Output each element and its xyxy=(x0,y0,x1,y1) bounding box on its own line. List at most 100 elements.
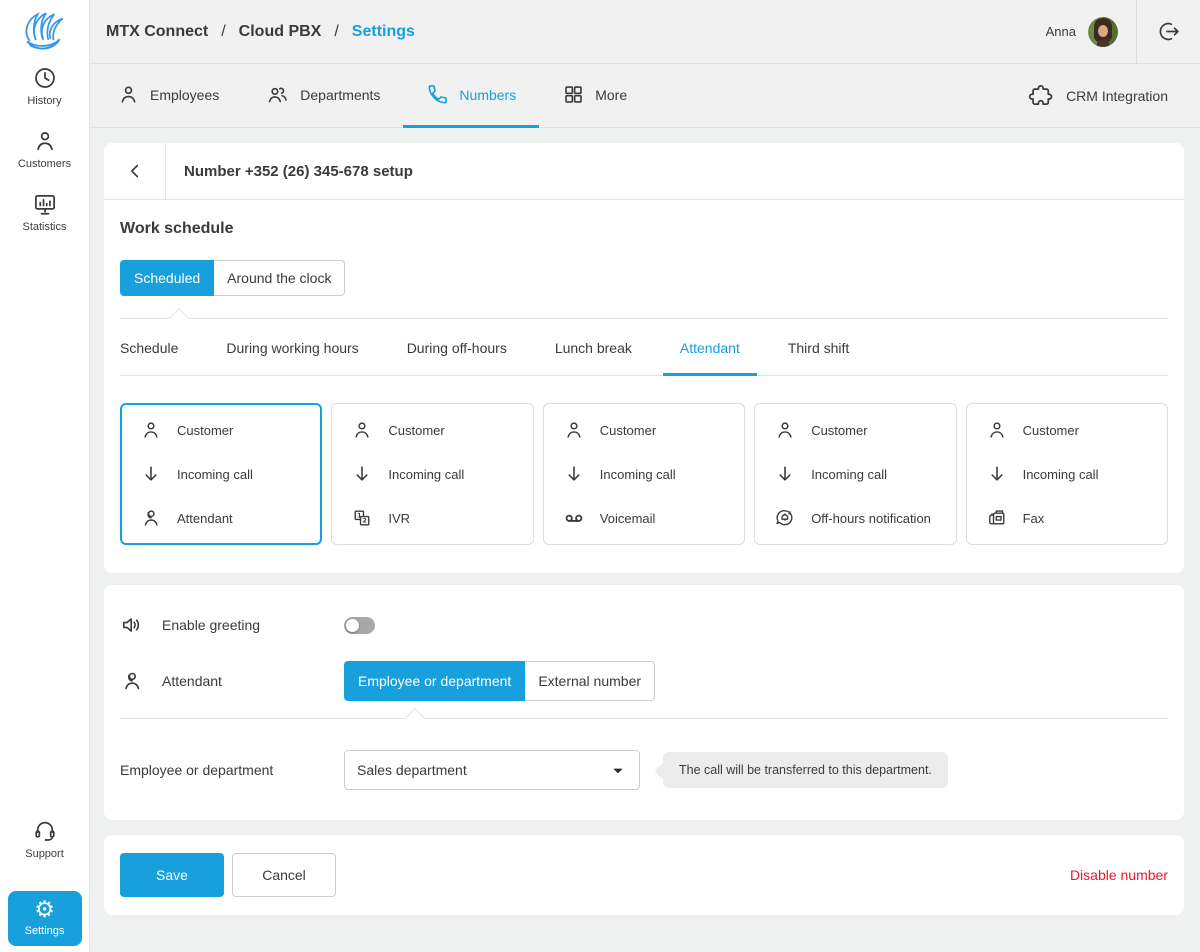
flow-step: Voicemail xyxy=(563,507,725,529)
attendant-divider-notch xyxy=(405,708,425,728)
number-setup-card: Number +352 (26) 345-678 setup Work sche… xyxy=(104,143,1184,573)
tab-attendant[interactable]: Attendant xyxy=(662,319,757,376)
people-icon xyxy=(268,87,288,103)
chevron-left-icon xyxy=(130,164,138,178)
tab-third-shift[interactable]: Third shift xyxy=(771,319,866,376)
headset-icon xyxy=(34,821,55,842)
breadcrumb-mtx-connect[interactable]: MTX Connect xyxy=(106,23,208,41)
incoming-call-icon xyxy=(145,466,157,481)
speaker-icon xyxy=(123,618,140,632)
attendant-icon xyxy=(125,672,140,690)
flow-card-off-hours-notification[interactable]: Customer Incoming call z Off-hours notif… xyxy=(754,403,957,545)
logo-swirl-icon xyxy=(25,12,63,50)
breadcrumb-settings[interactable]: Settings xyxy=(352,23,415,41)
logout-button[interactable] xyxy=(1136,0,1200,64)
flow-card-voicemail[interactable]: Customer Incoming call Voicemail xyxy=(542,403,746,545)
flow-step: Incoming call xyxy=(351,463,513,485)
flow-step-label: Incoming call xyxy=(388,466,465,482)
breadcrumb-cloud-pbx[interactable]: Cloud PBX xyxy=(239,23,322,41)
sidebar-item-settings-active[interactable]: ⚙ Settings xyxy=(7,891,82,946)
toggle-knob xyxy=(346,618,359,632)
disable-number-link[interactable]: Disable number xyxy=(1070,867,1168,883)
page-title: Number +352 (26) 345-678 setup xyxy=(184,162,413,180)
flow-step-label: Incoming call xyxy=(1022,466,1099,482)
incoming-call-icon xyxy=(568,466,580,481)
tab-employees[interactable]: Employees xyxy=(90,64,242,128)
scheduled-button[interactable]: Scheduled xyxy=(120,260,215,296)
employee-or-department-button[interactable]: Employee or department xyxy=(344,661,526,701)
flow-step-label: Customer xyxy=(177,422,234,438)
flow-card-ivr[interactable]: Customer Incoming call 1 2 IVR xyxy=(331,403,534,545)
sidebar-item-customers[interactable]: Customers xyxy=(0,128,89,170)
flow-step: Fax xyxy=(986,507,1148,529)
department-hint-tooltip: The call will be transferred to this dep… xyxy=(663,752,948,788)
user-name: Anna xyxy=(1045,24,1076,39)
flow-card-fax[interactable]: Customer Incoming call Fax xyxy=(965,403,1168,545)
tab-numbers[interactable]: Numbers xyxy=(403,64,540,128)
attendant-type-row: Attendant Employee or department Externa… xyxy=(120,661,1168,701)
incoming-call-icon xyxy=(779,466,791,481)
chevron-down-icon xyxy=(613,768,623,774)
tab-departments[interactable]: Departments xyxy=(242,64,403,128)
flow-step-label: Voicemail xyxy=(599,510,656,526)
tab-during-off-hours[interactable]: During off-hours xyxy=(390,319,524,376)
flow-step: Incoming call xyxy=(140,463,302,485)
person-icon xyxy=(121,86,136,103)
breadcrumb-separator: / xyxy=(221,22,226,40)
work-schedule-title: Work schedule xyxy=(120,220,234,237)
avatar[interactable] xyxy=(1088,16,1118,47)
department-select[interactable]: Sales department xyxy=(344,750,640,790)
logout-icon xyxy=(1159,22,1179,41)
flow-step: Customer xyxy=(563,419,725,441)
sidebar-item-label: Customers xyxy=(17,158,72,170)
flow-card-attendant[interactable]: Customer Incoming call Attendant xyxy=(120,403,323,545)
flow-step-label: Customer xyxy=(811,422,868,438)
tab-schedule[interactable]: Schedule xyxy=(120,319,195,376)
flow-step: Customer xyxy=(351,419,513,441)
flow-step: Incoming call xyxy=(774,463,936,485)
flow-step: z Off-hours notification xyxy=(774,507,936,529)
section-nav: Employees Departments Numbers More CRM I… xyxy=(90,64,1200,128)
sidebar-item-support[interactable]: Support xyxy=(0,818,89,860)
gear-icon: ⚙ xyxy=(34,897,55,923)
flow-step-label: Customer xyxy=(388,422,445,438)
attendant-type-toggle: Employee or department External number xyxy=(344,661,656,701)
external-number-button[interactable]: External number xyxy=(525,661,656,701)
attendant-divider xyxy=(120,708,1168,728)
customer-icon xyxy=(778,422,792,438)
crm-label: CRM Integration xyxy=(1066,87,1168,104)
around-the-clock-button[interactable]: Around the clock xyxy=(214,260,346,296)
cancel-button[interactable]: Cancel xyxy=(232,853,336,897)
back-button[interactable] xyxy=(104,143,166,199)
flow-step-label: Incoming call xyxy=(177,466,253,482)
tab-lunch-break[interactable]: Lunch break xyxy=(538,319,649,376)
ivr-icon: 1 2 xyxy=(354,510,370,526)
flow-step: Customer xyxy=(140,419,302,441)
person-icon xyxy=(36,132,53,151)
department-label: Employee or department xyxy=(120,762,274,778)
customer-icon xyxy=(355,422,369,438)
save-button[interactable]: Save xyxy=(120,853,224,897)
greeting-toggle[interactable] xyxy=(344,616,375,634)
department-selected-value: Sales department xyxy=(357,762,467,778)
flow-step: Attendant xyxy=(140,507,302,529)
schedule-tabs: Schedule During working hours During off… xyxy=(120,319,1168,376)
tab-label: Departments xyxy=(300,86,381,103)
flow-step: Incoming call xyxy=(986,463,1148,485)
flow-step-label: Customer xyxy=(1022,422,1079,438)
flow-step-label: Off-hours notification xyxy=(811,510,931,526)
tab-during-working-hours[interactable]: During working hours xyxy=(209,319,375,376)
department-row: Employee or department Sales department … xyxy=(120,750,1168,790)
flow-step-label: Attendant xyxy=(177,510,233,526)
attendant-label: Attendant xyxy=(162,673,222,689)
sidebar-item-statistics[interactable]: Statistics xyxy=(0,191,89,233)
company-logo[interactable] xyxy=(17,9,73,55)
sidebar-item-history[interactable]: History xyxy=(0,65,89,107)
customer-icon xyxy=(989,422,1004,438)
crm-integration-button[interactable]: CRM Integration xyxy=(996,64,1200,127)
tab-more[interactable]: More xyxy=(539,64,650,128)
actions-card: Save Cancel Disable number xyxy=(104,835,1184,915)
statistics-icon xyxy=(34,195,55,215)
sidebar-item-label: Support xyxy=(25,848,64,860)
